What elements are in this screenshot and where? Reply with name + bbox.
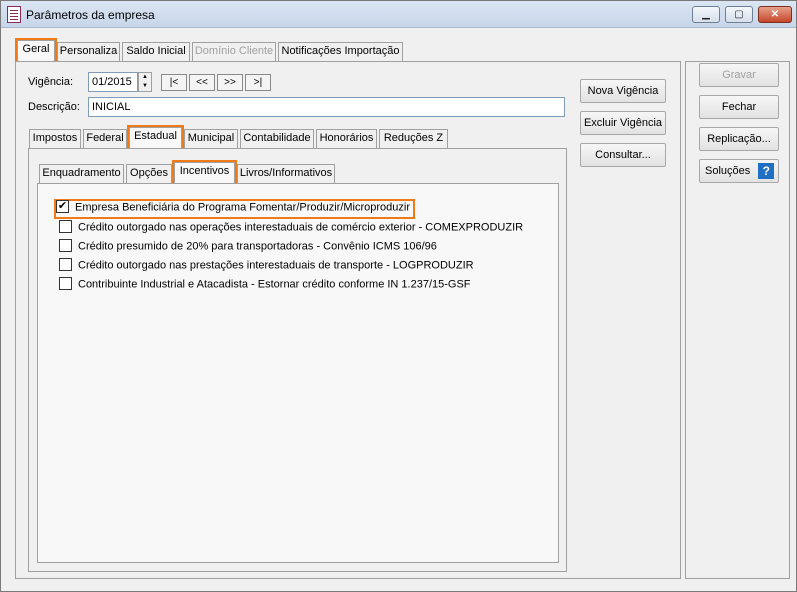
tab-incentivos[interactable]: Incentivos <box>172 160 237 185</box>
main-window: Parâmetros da empresa ▁ ▢ ✕ Geral Person… <box>0 0 797 592</box>
last-button[interactable]: >| <box>245 74 271 91</box>
option-label: Crédito outorgado nas operações interest… <box>78 221 524 234</box>
tab-dominio-cliente: Domínio Cliente <box>192 42 276 61</box>
tab-enquadramento[interactable]: Enquadramento <box>39 164 124 183</box>
tab-livros-informativos[interactable]: Livros/Informativos <box>237 164 335 183</box>
option-credito-presumido[interactable]: Crédito presumido de 20% para transporta… <box>59 239 437 256</box>
checkbox[interactable] <box>59 258 72 271</box>
checkbox[interactable] <box>59 239 72 252</box>
tab-personaliza[interactable]: Personaliza <box>57 42 120 61</box>
descricao-label: Descrição: <box>28 101 80 113</box>
option-label: Crédito outorgado nas prestações interes… <box>78 259 474 272</box>
tab-geral[interactable]: Geral <box>15 38 57 63</box>
vigencia-spinner[interactable]: ▲ ▼ <box>138 72 152 92</box>
option-logproduzir[interactable]: Crédito outorgado nas prestações interes… <box>59 258 474 275</box>
minimize-button[interactable]: ▁ <box>692 6 720 23</box>
vigencia-label: Vigência: <box>28 76 74 88</box>
next-button[interactable]: >> <box>217 74 243 91</box>
tab-opcoes[interactable]: Opções <box>126 164 172 183</box>
solucoes-label: Soluções <box>705 165 751 177</box>
spin-up-icon[interactable]: ▲ <box>139 73 151 82</box>
solucoes-button[interactable]: Soluções? <box>699 159 779 183</box>
gravar-button: Gravar <box>699 63 779 87</box>
tab-saldo-inicial[interactable]: Saldo Inicial <box>122 42 190 61</box>
title-bar[interactable]: Parâmetros da empresa ▁ ▢ ✕ <box>1 1 796 28</box>
nova-vigencia-button[interactable]: Nova Vigência <box>580 79 666 103</box>
tab-reducoes-z[interactable]: Reduções Z <box>379 129 448 148</box>
tab-federal[interactable]: Federal <box>83 129 127 148</box>
consultar-button[interactable]: Consultar... <box>580 143 666 167</box>
maximize-button[interactable]: ▢ <box>725 6 753 23</box>
tab-contabilidade[interactable]: Contabilidade <box>240 129 314 148</box>
option-label: Empresa Beneficiária do Programa Fomenta… <box>75 201 411 214</box>
check-icon[interactable]: ✔ <box>56 200 69 213</box>
tab-honorarios[interactable]: Honorários <box>316 129 377 148</box>
vigencia-input[interactable]: 01/2015 <box>88 72 138 92</box>
document-icon <box>7 6 21 23</box>
option-label: Contribuinte Industrial e Atacadista - E… <box>78 278 471 291</box>
option-comexproduzir[interactable]: Crédito outorgado nas operações interest… <box>59 220 524 237</box>
checkbox[interactable] <box>59 277 72 290</box>
first-button[interactable]: |< <box>161 74 187 91</box>
tab-impostos[interactable]: Impostos <box>29 129 81 148</box>
previous-button[interactable]: << <box>189 74 215 91</box>
option-fomentar[interactable]: ✔ Empresa Beneficiária do Programa Foment… <box>53 199 416 219</box>
option-label: Crédito presumido de 20% para transporta… <box>78 240 437 253</box>
spin-down-icon[interactable]: ▼ <box>139 82 151 91</box>
window-title: Parâmetros da empresa <box>26 8 155 22</box>
option-contribuinte-industrial[interactable]: Contribuinte Industrial e Atacadista - E… <box>59 277 471 294</box>
tab-estadual[interactable]: Estadual <box>127 125 184 150</box>
excluir-vigencia-button[interactable]: Excluir Vigência <box>580 111 666 135</box>
replicacao-button[interactable]: Replicação... <box>699 127 779 151</box>
close-button[interactable]: ✕ <box>758 6 792 23</box>
help-icon: ? <box>758 163 775 180</box>
tab-notificacoes-importacao[interactable]: Notificações Importação <box>278 42 403 61</box>
tab-municipal[interactable]: Municipal <box>184 129 238 148</box>
descricao-input[interactable]: INICIAL <box>88 97 565 117</box>
checkbox[interactable] <box>59 220 72 233</box>
fechar-button[interactable]: Fechar <box>699 95 779 119</box>
